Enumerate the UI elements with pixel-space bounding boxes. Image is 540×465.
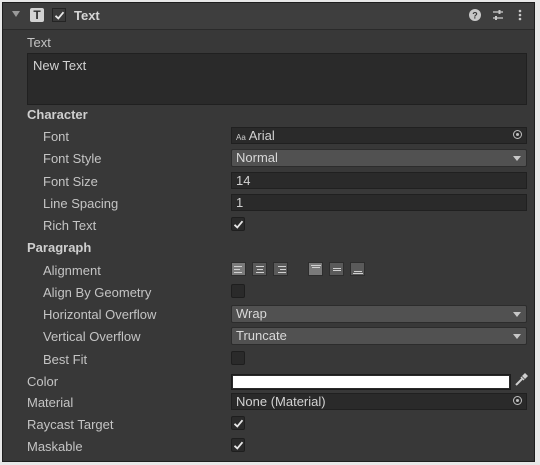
align-left-button[interactable] [231, 262, 246, 276]
rich-text-checkbox[interactable] [231, 217, 245, 231]
text-input-area[interactable]: New Text [27, 53, 527, 105]
component-header: T Text ? [3, 3, 534, 30]
align-top-button[interactable] [308, 262, 323, 276]
text-component-icon: T [30, 8, 44, 22]
font-size-value: 14 [236, 173, 251, 188]
help-icon[interactable]: ? [468, 8, 482, 22]
horizontal-overflow-dropdown[interactable]: Wrap [231, 305, 527, 323]
component-enabled-checkbox[interactable] [52, 8, 66, 22]
dropdown-arrow-icon [513, 156, 521, 161]
text-input-value: New Text [33, 58, 87, 73]
dropdown-arrow-icon [513, 312, 521, 317]
rich-text-label: Rich Text [43, 218, 97, 233]
align-by-geometry-label: Align By Geometry [43, 285, 152, 300]
color-field[interactable] [231, 374, 511, 390]
vertical-overflow-value: Truncate [236, 328, 287, 343]
presets-icon[interactable] [491, 8, 505, 22]
maskable-label: Maskable [27, 439, 83, 454]
text-label: Text [27, 35, 51, 50]
vertical-overflow-label: Vertical Overflow [43, 329, 141, 344]
raycast-target-checkbox[interactable] [231, 416, 245, 430]
dropdown-arrow-icon [513, 334, 521, 339]
text-component-inspector: T Text ? Text New Text Character Font Aa… [2, 2, 535, 462]
material-field[interactable]: None (Material) [231, 393, 527, 410]
checkmark-icon [54, 11, 65, 20]
raycast-target-label: Raycast Target [27, 417, 114, 432]
font-label: Font [43, 129, 70, 144]
foldout-arrow-icon[interactable] [12, 11, 20, 17]
material-value: None (Material) [236, 394, 326, 409]
more-menu-icon[interactable] [513, 8, 527, 22]
object-picker-icon[interactable] [513, 130, 522, 139]
material-label: Material [27, 395, 74, 410]
font-style-dropdown[interactable]: Normal [231, 149, 527, 167]
checkmark-icon [233, 441, 244, 450]
alignment-label: Alignment [43, 263, 101, 278]
align-bottom-button[interactable] [350, 262, 365, 276]
font-style-value: Normal [236, 150, 278, 165]
horizontal-overflow-value: Wrap [236, 306, 267, 321]
color-label: Color [27, 374, 59, 389]
paragraph-heading: Paragraph [27, 240, 92, 255]
font-value: Arial [248, 128, 275, 143]
maskable-checkbox[interactable] [231, 438, 245, 452]
align-middle-button[interactable] [329, 262, 344, 276]
checkmark-icon [233, 419, 244, 428]
line-spacing-value: 1 [236, 195, 244, 210]
svg-text:?: ? [472, 11, 478, 21]
eyedropper-icon[interactable] [513, 372, 529, 388]
color-swatch [233, 376, 509, 386]
align-by-geometry-checkbox[interactable] [231, 284, 245, 298]
horizontal-overflow-label: Horizontal Overflow [43, 307, 157, 322]
object-picker-icon[interactable] [513, 396, 522, 405]
line-spacing-label: Line Spacing [43, 196, 119, 211]
line-spacing-field[interactable]: 1 [231, 194, 527, 211]
best-fit-label: Best Fit [43, 352, 88, 367]
best-fit-checkbox[interactable] [231, 351, 245, 365]
checkmark-icon [233, 220, 244, 229]
align-right-button[interactable] [273, 262, 288, 276]
vertical-overflow-dropdown[interactable]: Truncate [231, 327, 527, 345]
font-size-label: Font Size [43, 174, 98, 189]
font-size-field[interactable]: 14 [231, 172, 527, 189]
align-center-button[interactable] [252, 262, 267, 276]
component-title: Text [74, 8, 100, 23]
font-asset-icon: Aa [236, 133, 246, 142]
font-field[interactable]: Aa Arial [231, 127, 527, 144]
font-style-label: Font Style [43, 151, 102, 166]
color-alpha-bar [233, 386, 509, 388]
character-heading: Character [27, 107, 88, 122]
